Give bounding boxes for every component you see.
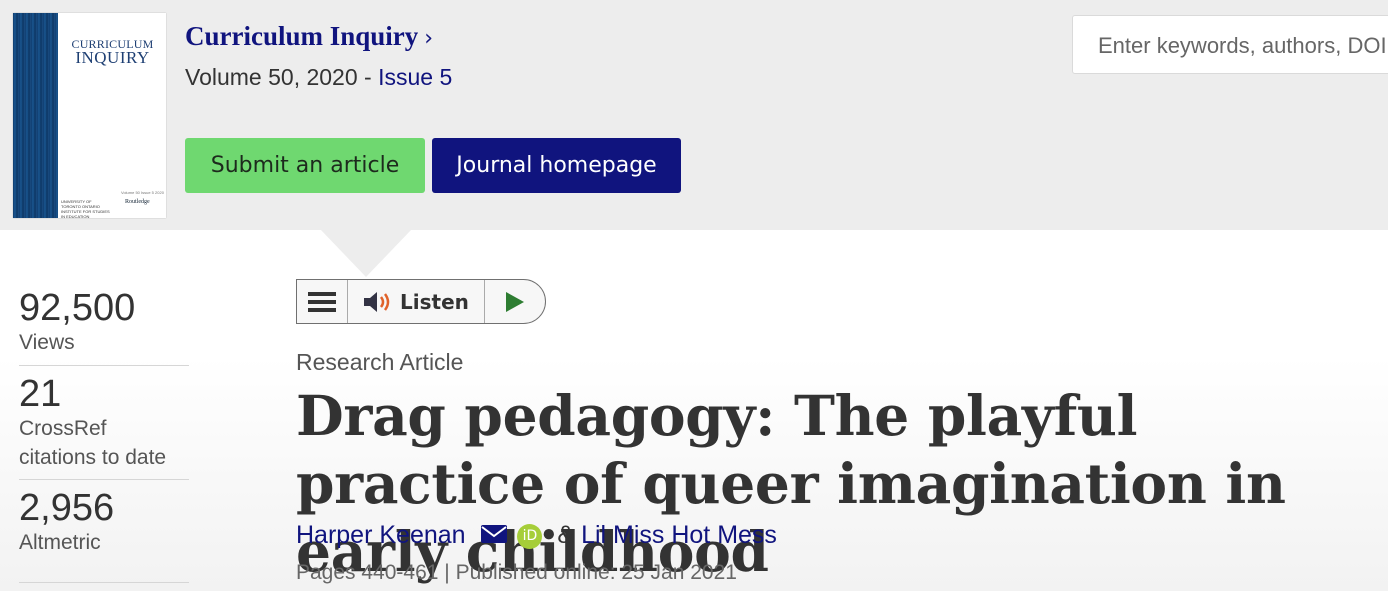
journal-title-text: Curriculum Inquiry <box>185 21 418 51</box>
author-link-1[interactable]: Harper Keenan <box>296 521 466 549</box>
listen-label: Listen <box>400 290 469 314</box>
journal-homepage-button[interactable]: Journal homepage <box>432 138 681 193</box>
search-input[interactable]: Enter keywords, authors, DOI, etc. <box>1072 15 1388 74</box>
metric-value: 2,956 <box>19 488 189 528</box>
envelope-icon[interactable] <box>481 522 507 551</box>
article-title: Drag pedagogy: The playful practice of q… <box>296 382 1376 586</box>
metric-value: 21 <box>19 374 189 414</box>
publication-info: Pages 440-461 | Published online: 25 Jan… <box>296 561 737 585</box>
submit-article-button[interactable]: Submit an article <box>185 138 425 193</box>
journal-title-link[interactable]: Curriculum Inquiry› <box>185 21 433 52</box>
page-range: Pages 440-461 <box>296 561 438 584</box>
author-separator: & <box>557 521 574 549</box>
volume-issue-line: Volume 50, 2020 - Issue 5 <box>185 64 452 91</box>
listen-toolbar: Listen <box>296 279 546 324</box>
metric-views[interactable]: 92,500 Views <box>19 288 189 366</box>
article-type: Research Article <box>296 349 463 376</box>
header-pointer <box>320 229 412 277</box>
cover-volume-text: Volume 50 Issue 5 2020 <box>121 190 164 195</box>
metric-label: CrossRef citations to date <box>19 414 189 472</box>
metric-label: Altmetric <box>19 528 189 557</box>
cover-publisher-right: Routledge <box>125 199 150 205</box>
cover-title: CURRICULUM INQUIRY <box>61 38 164 64</box>
speaker-icon <box>362 290 394 314</box>
orcid-icon[interactable]: iD <box>517 524 542 549</box>
listen-button[interactable]: Listen <box>348 280 485 323</box>
menu-icon[interactable] <box>297 280 348 323</box>
play-icon[interactable] <box>506 292 524 312</box>
cover-title-line2: INQUIRY <box>61 51 164 64</box>
metric-value: 92,500 <box>19 288 189 328</box>
cover-stripe <box>13 13 58 218</box>
cover-publisher-left: UNIVERSITY OF TORONTO ONTARIO INSTITUTE … <box>61 199 111 219</box>
volume-text: Volume 50, 2020 - <box>185 64 378 90</box>
author-list: Harper Keenan iD & Lil Miss Hot Mess <box>296 521 777 551</box>
journal-header: CURRICULUM INQUIRY Volume 50 Issue 5 202… <box>0 0 1388 230</box>
journal-cover-image[interactable]: CURRICULUM INQUIRY Volume 50 Issue 5 202… <box>13 13 166 218</box>
metric-label: Views <box>19 328 189 357</box>
metric-crossref[interactable]: 21 CrossRef citations to date <box>19 374 189 480</box>
metric-altmetric[interactable]: 2,956 Altmetric <box>19 488 189 583</box>
published-date: Published online: 25 Jan 2021 <box>456 561 737 584</box>
issue-link[interactable]: Issue 5 <box>378 64 452 90</box>
chevron-right-icon: › <box>424 26 433 51</box>
author-link-2[interactable]: Lil Miss Hot Mess <box>581 521 777 549</box>
